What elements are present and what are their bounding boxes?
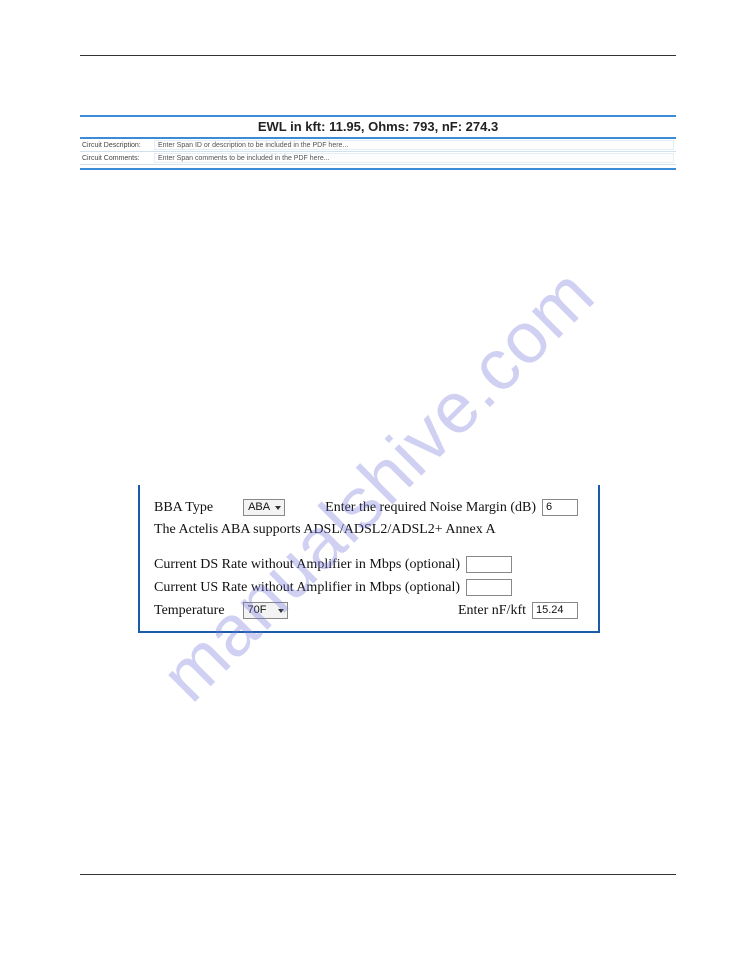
document-page [80,55,676,875]
temperature-label: Temperature [154,603,225,619]
header-rule [80,55,676,56]
noise-margin-input[interactable]: 6 [542,499,578,516]
temperature-row: Temperature 70F Enter nF/kft 15.24 [154,602,584,619]
aba-support-note: The Actelis ABA supports ADSL/ADSL2/ADSL… [154,522,584,538]
circuit-summary-panel: EWL in kft: 11.95, Ohms: 793, nF: 274.3 … [80,115,676,170]
circuit-description-row: Circuit Description: Enter Span ID or de… [80,139,676,152]
ds-rate-input[interactable] [466,556,512,573]
summary-bottom-rule [80,168,676,170]
circuit-comments-row: Circuit Comments: Enter Span comments to… [80,152,676,165]
summary-title-bar: EWL in kft: 11.95, Ohms: 793, nF: 274.3 [80,115,676,139]
ds-rate-row: Current DS Rate without Amplifier in Mbp… [154,556,584,573]
circuit-description-label: Circuit Description: [82,142,154,149]
bba-type-label: BBA Type [154,500,213,516]
bba-type-select[interactable]: ABA [243,499,285,516]
circuit-comments-input[interactable]: Enter Span comments to be included in th… [154,153,674,163]
us-rate-row: Current US Rate without Amplifier in Mbp… [154,579,584,596]
bba-type-row: BBA Type ABA Enter the required Noise Ma… [154,499,584,516]
footer-rule [80,874,676,875]
circuit-description-input[interactable]: Enter Span ID or description to be inclu… [154,140,674,150]
ewl-summary-text: EWL in kft: 11.95, Ohms: 793, nF: 274.3 [258,119,498,134]
bba-form-panel: BBA Type ABA Enter the required Noise Ma… [138,485,600,633]
us-rate-input[interactable] [466,579,512,596]
us-rate-label: Current US Rate without Amplifier in Mbp… [154,580,460,596]
ds-rate-label: Current DS Rate without Amplifier in Mbp… [154,557,460,573]
circuit-comments-label: Circuit Comments: [82,155,154,162]
nf-per-kft-label: Enter nF/kft [458,603,526,619]
temperature-select[interactable]: 70F [243,602,288,619]
noise-margin-label: Enter the required Noise Margin (dB) [325,500,536,516]
nf-per-kft-input[interactable]: 15.24 [532,602,578,619]
